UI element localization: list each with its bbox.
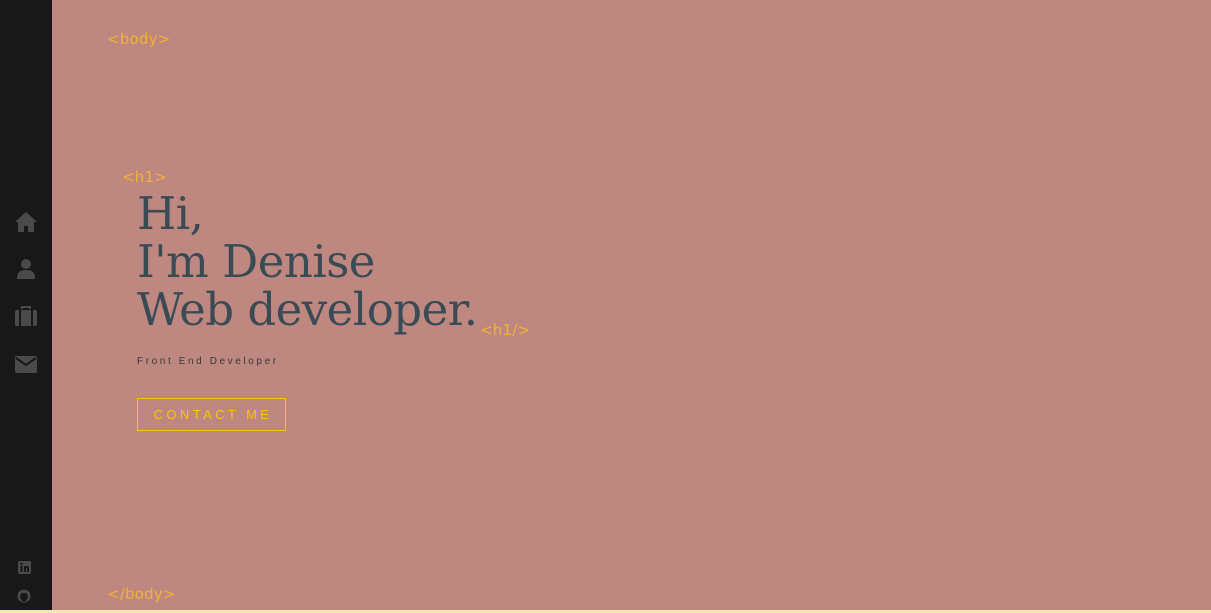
nav-portfolio[interactable] <box>0 296 52 336</box>
github-icon <box>17 589 31 603</box>
hero-line-3: Web developer. <box>137 283 478 336</box>
social-linkedin[interactable] <box>0 557 48 577</box>
hero-subtitle: Front End Developer <box>137 356 279 367</box>
hero-line-1: Hi, <box>137 187 204 240</box>
hero-line-2: I'm Denise <box>137 235 375 288</box>
nav-home[interactable] <box>0 202 52 242</box>
sidebar <box>0 0 52 610</box>
page: <body> <h1> Hi, I'm Denise Web developer… <box>0 0 1211 613</box>
social-github[interactable] <box>0 586 48 606</box>
tag-h1-close: <h1/> <box>480 321 531 339</box>
tag-body-open: <body> <box>107 30 171 48</box>
tag-body-close: </body> <box>107 585 176 603</box>
tag-h1-open: <h1> <box>122 168 167 186</box>
contact-me-button[interactable]: CONTACT ME <box>137 398 286 431</box>
briefcase-icon <box>15 306 37 326</box>
hero-heading: Hi, I'm Denise Web developer. <box>137 190 478 334</box>
nav-contact[interactable] <box>0 344 52 384</box>
home-icon <box>15 212 37 232</box>
envelope-icon <box>15 355 37 373</box>
linkedin-icon <box>17 560 31 574</box>
user-icon <box>17 259 35 279</box>
nav-about[interactable] <box>0 249 52 289</box>
